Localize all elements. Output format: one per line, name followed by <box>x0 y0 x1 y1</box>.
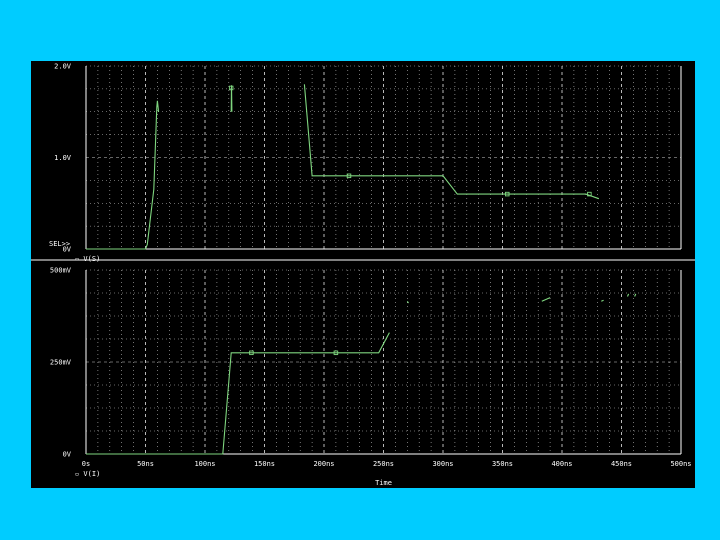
bottom-panel-grid <box>85 269 682 455</box>
x-tick-label: 250ns <box>373 460 394 468</box>
bottom-y-tick-label: 250mV <box>50 359 72 367</box>
vs-trace-segment <box>303 84 600 200</box>
x-axis-title: Time <box>375 479 392 487</box>
x-tick-label: 300ns <box>432 460 453 468</box>
x-tick-label: 50ns <box>137 460 154 468</box>
top-y-tick-label: 2.0V <box>54 63 72 71</box>
traces <box>86 84 637 455</box>
vi-trace-fragment <box>634 293 637 297</box>
legends: ▫ V(S) ▫ V(I) <box>75 255 100 478</box>
vi-trace-fragment <box>601 299 604 302</box>
x-tick-label: 350ns <box>492 460 513 468</box>
vi-trace-segment <box>86 332 390 455</box>
top-panel-grid <box>85 65 682 250</box>
waveform-plot: 0V1.0V2.0V0V250mV500mV0s 50ns 100ns 150ns 20… <box>31 63 695 487</box>
x-tick-label: 400ns <box>551 460 572 468</box>
vi-trace-fragment <box>541 297 551 302</box>
top-legend: ▫ V(S) <box>75 255 100 263</box>
x-tick-label: 0s <box>82 460 90 468</box>
top-y-tick-label: 1.0V <box>54 154 72 162</box>
vs-trace-segment <box>230 85 233 112</box>
sel-marker-label: SEL>> <box>49 240 70 248</box>
x-tick-label: 500ns <box>670 460 691 468</box>
vi-trace-fragment <box>626 293 630 297</box>
x-tick-label: 150ns <box>254 460 275 468</box>
bottom-y-tick-label: 500mV <box>50 267 72 275</box>
oscilloscope-screen: 0V 1.0V 2.0V 0V 250mV 500mV 0s 50ns 100ns 150ns 20… <box>31 61 695 488</box>
bottom-y-tick-label: 0V <box>63 451 72 459</box>
x-tick-label: 200ns <box>313 460 334 468</box>
bottom-legend: ▫ V(I) <box>75 470 100 478</box>
vs-trace-segment <box>86 100 160 250</box>
x-tick-label: 450ns <box>611 460 632 468</box>
x-tick-label: 100ns <box>194 460 215 468</box>
